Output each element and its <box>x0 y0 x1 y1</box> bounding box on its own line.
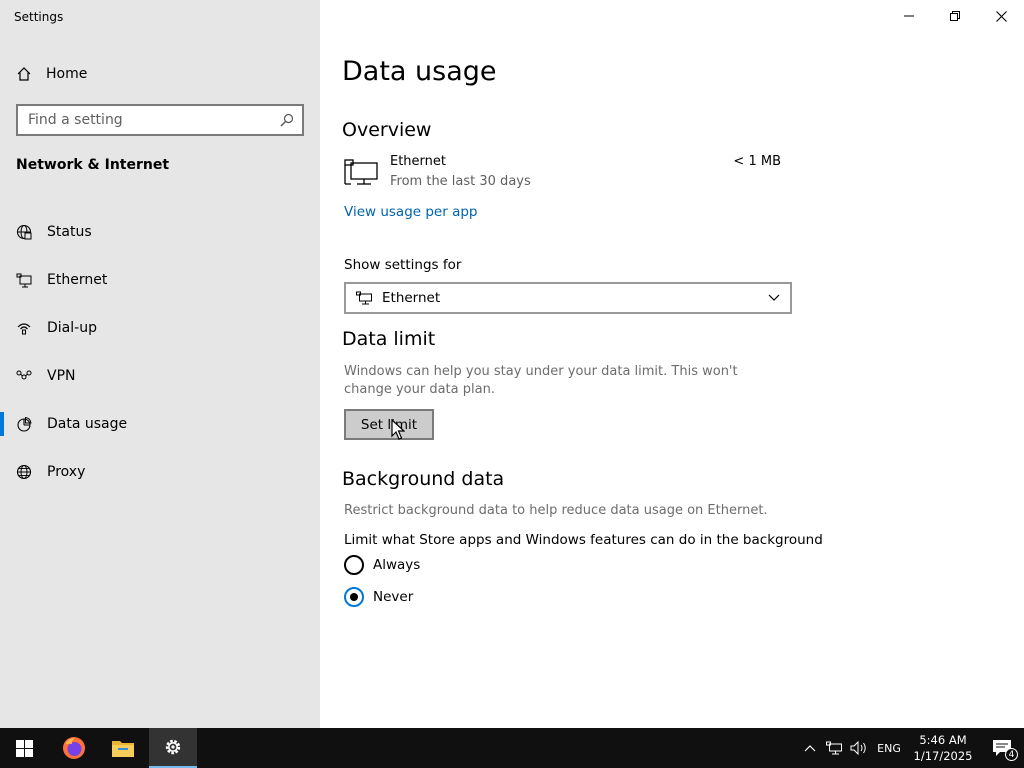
chevron-down-icon <box>768 294 780 301</box>
minimize-button[interactable] <box>886 0 932 32</box>
usage-period: From the last 30 days <box>390 174 531 189</box>
data-limit-heading: Data limit <box>342 328 436 350</box>
dialup-icon <box>16 320 32 336</box>
radio-circle[interactable] <box>344 587 364 607</box>
radio-circle[interactable] <box>344 555 364 575</box>
overview-heading: Overview <box>342 119 432 141</box>
window-controls <box>886 0 1024 32</box>
sidebar-nav: Status Ethernet Dial-up VPN Data usage P… <box>0 208 320 496</box>
notification-count-badge: 4 <box>1005 748 1018 761</box>
data-usage-icon <box>16 416 32 432</box>
network-select-dropdown[interactable]: Ethernet <box>344 282 792 314</box>
main-content: Data usage Overview Ethernet From the la… <box>320 0 1024 728</box>
sidebar-item-label: Data usage <box>47 416 128 432</box>
data-limit-description: Windows can help you stay under your dat… <box>344 364 738 397</box>
globe-status-icon <box>16 224 32 240</box>
dropdown-selected-value: Ethernet <box>382 290 441 306</box>
search-input[interactable]: Find a setting <box>16 104 304 136</box>
show-hidden-icons-button[interactable] <box>798 728 822 768</box>
radio-label: Always <box>373 557 421 573</box>
sidebar-item-label: VPN <box>47 368 76 384</box>
firefox-icon <box>63 737 85 759</box>
network-tray-button[interactable] <box>822 728 846 768</box>
background-data-heading: Background data <box>342 468 505 490</box>
radio-always[interactable]: Always <box>344 554 420 576</box>
network-icon <box>826 741 842 755</box>
show-settings-label: Show settings for <box>344 257 462 273</box>
app-title: Settings <box>14 10 64 24</box>
section-title: Network & Internet <box>16 157 170 173</box>
ethernet-icon <box>16 272 32 288</box>
taskbar-firefox[interactable] <box>50 728 98 768</box>
radio-never[interactable]: Never <box>344 586 413 608</box>
sidebar-item-label: Status <box>47 224 92 240</box>
sidebar-item-label: Proxy <box>47 464 86 480</box>
sidebar-item-data-usage[interactable]: Data usage <box>0 400 320 448</box>
close-button[interactable] <box>978 0 1024 32</box>
mouse-cursor-icon <box>391 419 405 440</box>
sidebar-item-vpn[interactable]: VPN <box>0 352 320 400</box>
close-icon <box>995 10 1007 22</box>
clock-date: 1/17/2025 <box>913 749 973 763</box>
language-indicator[interactable]: ENG <box>872 728 906 768</box>
page-title: Data usage <box>342 56 497 87</box>
sidebar-item-label: Dial-up <box>47 320 97 336</box>
taskbar-settings[interactable] <box>149 728 197 768</box>
clock[interactable]: 5:46 AM 1/17/2025 <box>906 728 980 768</box>
sidebar-item-label: Ethernet <box>47 272 108 288</box>
set-limit-button[interactable]: Set limit <box>344 409 434 440</box>
restore-button[interactable] <box>932 0 978 32</box>
usage-amount: < 1 MB <box>733 154 781 169</box>
settings-sidebar: Settings Home Find a setting Network & I… <box>0 0 320 728</box>
vpn-icon <box>16 368 32 384</box>
action-center-button[interactable]: 4 <box>980 728 1024 768</box>
volume-tray-button[interactable] <box>846 728 872 768</box>
sidebar-item-proxy[interactable]: Proxy <box>0 448 320 496</box>
background-data-description: Restrict background data to help reduce … <box>344 503 768 518</box>
start-button[interactable] <box>0 728 48 768</box>
sidebar-item-dialup[interactable]: Dial-up <box>0 304 320 352</box>
connection-name: Ethernet <box>390 154 446 169</box>
folder-icon <box>112 741 134 757</box>
sidebar-item-status[interactable]: Status <box>0 208 320 256</box>
search-placeholder: Find a setting <box>28 112 123 128</box>
home-label: Home <box>46 66 88 82</box>
overview-connection: Ethernet From the last 30 days < 1 MB <box>344 154 784 194</box>
globe-icon <box>16 464 32 480</box>
ethernet-pc-icon <box>344 159 378 185</box>
sidebar-item-ethernet[interactable]: Ethernet <box>0 256 320 304</box>
taskbar-file-explorer[interactable] <box>99 728 147 768</box>
home-nav-item[interactable]: Home <box>16 64 87 84</box>
gear-icon <box>165 739 181 755</box>
radio-label: Never <box>373 589 414 605</box>
minimize-icon <box>904 15 914 17</box>
taskbar: ENG 5:46 AM 1/17/2025 4 <box>0 728 1024 768</box>
home-icon <box>17 67 31 81</box>
speaker-icon <box>850 741 866 755</box>
view-usage-per-app-link[interactable]: View usage per app <box>344 204 477 220</box>
windows-logo-icon <box>15 739 33 757</box>
chevron-up-icon <box>804 745 816 752</box>
restore-icon <box>950 11 960 21</box>
search-icon[interactable] <box>280 113 294 127</box>
background-data-question: Limit what Store apps and Windows featur… <box>344 532 823 548</box>
clock-time: 5:46 AM <box>919 733 967 747</box>
ethernet-icon <box>356 291 372 305</box>
system-tray: ENG 5:46 AM 1/17/2025 4 <box>798 728 1024 768</box>
